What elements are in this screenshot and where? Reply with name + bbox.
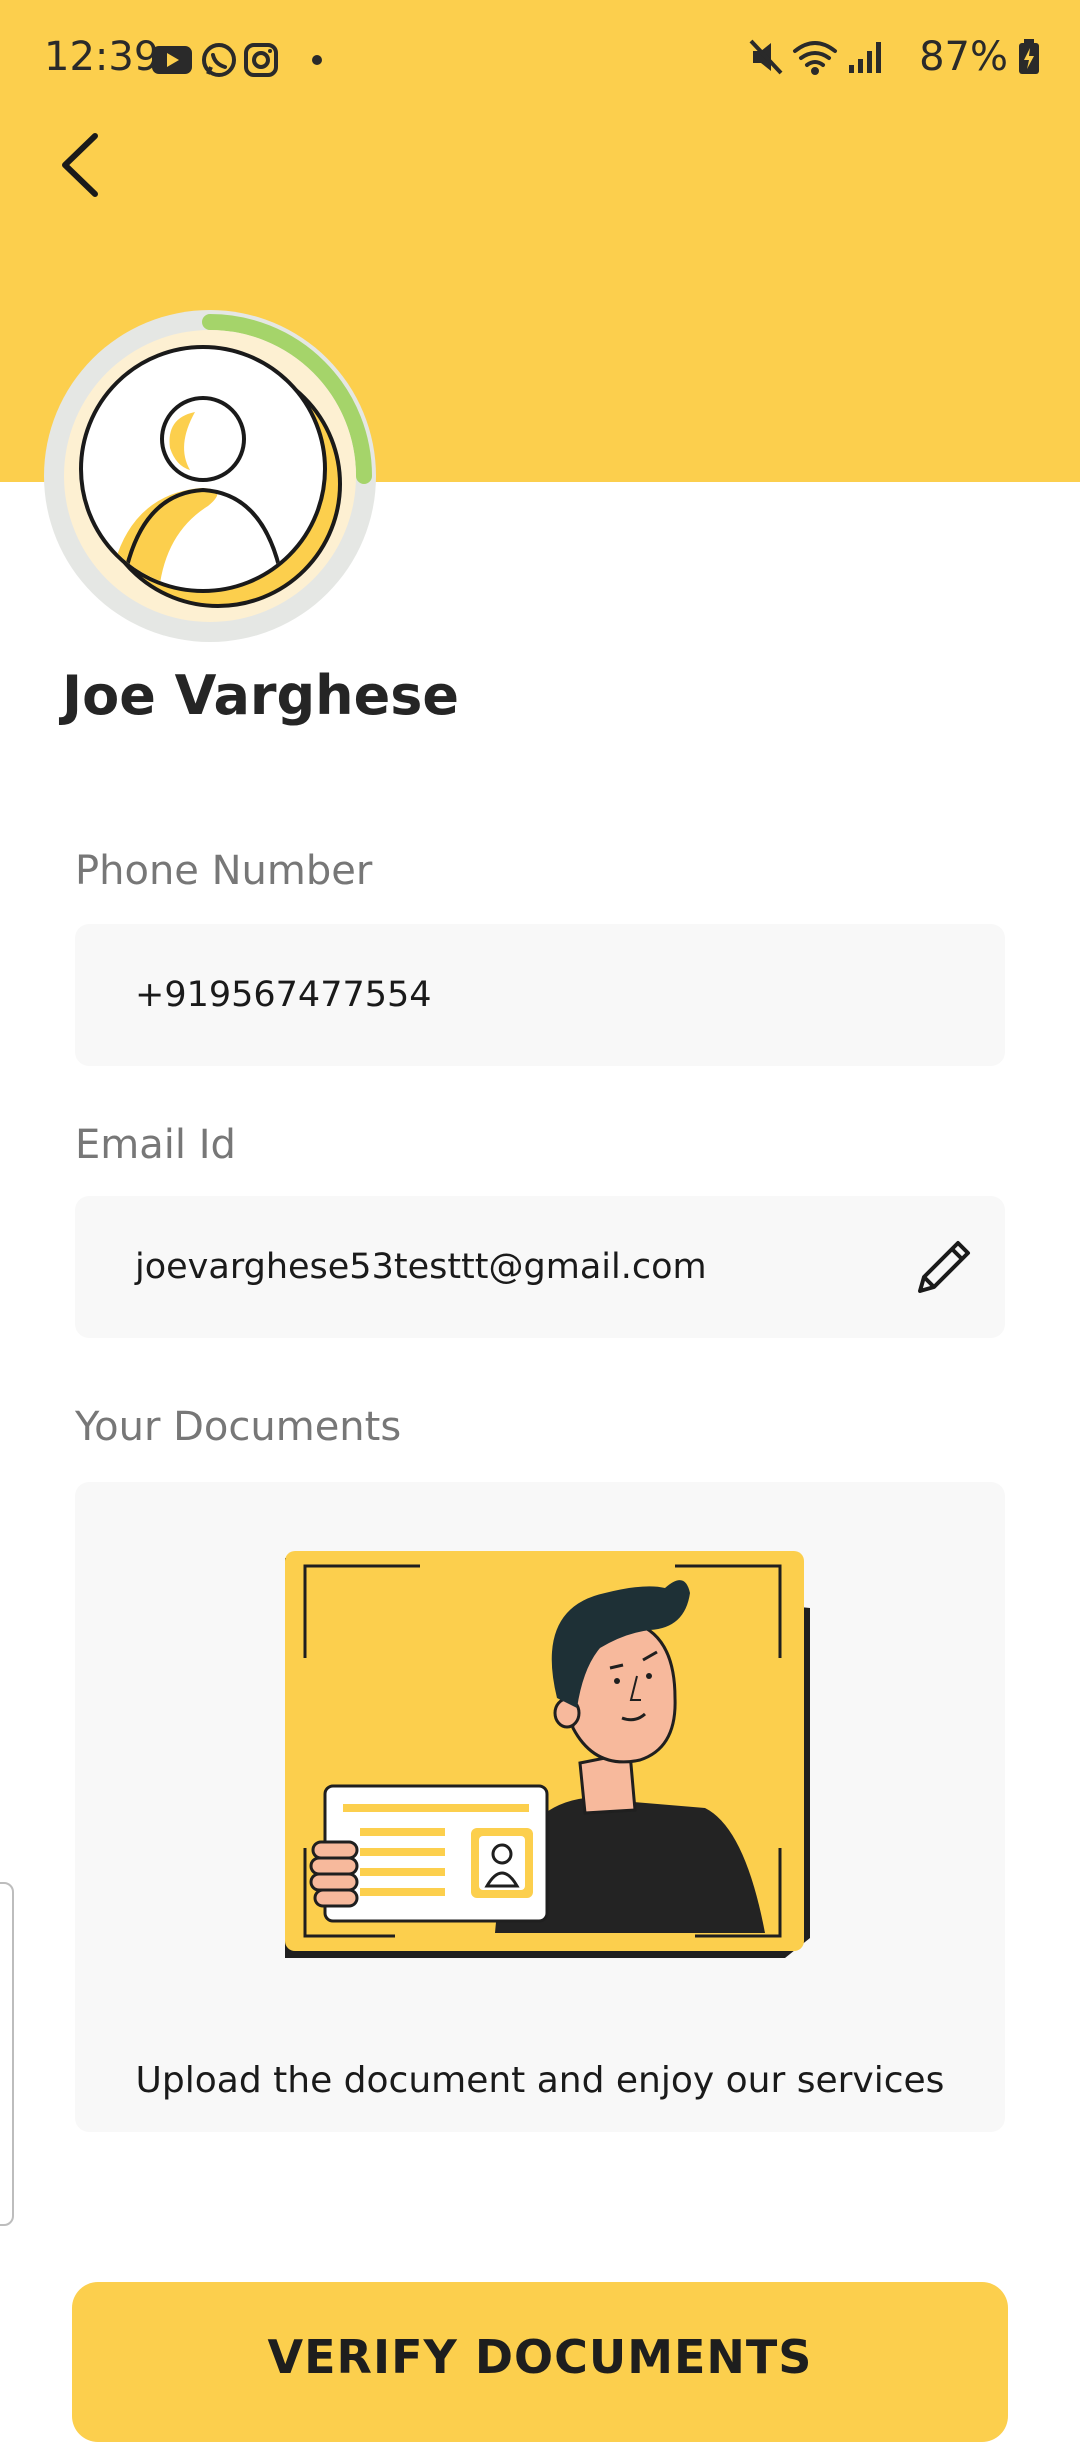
pencil-icon bbox=[918, 1241, 970, 1293]
status-right: 87% bbox=[749, 34, 1040, 80]
whatsapp-icon bbox=[202, 43, 236, 77]
edit-email-button[interactable] bbox=[909, 1232, 979, 1302]
email-field[interactable]: joevarghese53testtt@gmail.com bbox=[75, 1196, 1005, 1338]
status-bar: 12:39 87% bbox=[0, 0, 1080, 120]
documents-card[interactable]: Upload the document and enjoy our servic… bbox=[75, 1482, 1005, 2132]
phone-value: +919567477554 bbox=[135, 975, 432, 1015]
verify-documents-label: VERIFY DOCUMENTS bbox=[267, 2330, 813, 2384]
battery-icon bbox=[1019, 39, 1039, 74]
instagram-icon bbox=[244, 43, 278, 77]
status-left-icons bbox=[150, 40, 330, 84]
side-panel-handle[interactable] bbox=[0, 1882, 14, 2226]
profile-name: Joe Varghese bbox=[62, 664, 460, 727]
phone-field[interactable]: +919567477554 bbox=[75, 924, 1005, 1066]
avatar[interactable] bbox=[40, 306, 380, 646]
back-button[interactable] bbox=[44, 120, 114, 210]
back-arrow-icon bbox=[62, 133, 98, 197]
phone-label: Phone Number bbox=[75, 848, 373, 894]
wifi-icon bbox=[793, 41, 838, 75]
status-time: 12:39 bbox=[44, 34, 160, 80]
documents-label: Your Documents bbox=[75, 1404, 402, 1450]
id-card-illustration bbox=[265, 1548, 815, 1982]
email-label: Email Id bbox=[75, 1122, 236, 1168]
signal-icon bbox=[849, 42, 882, 73]
battery-percent: 87% bbox=[919, 34, 1008, 80]
documents-caption: Upload the document and enjoy our servic… bbox=[135, 2060, 945, 2101]
dot-icon bbox=[312, 55, 322, 65]
youtube-icon bbox=[152, 46, 192, 74]
user-avatar-icon bbox=[44, 310, 376, 642]
mute-icon bbox=[749, 39, 783, 75]
verify-documents-button[interactable]: VERIFY DOCUMENTS bbox=[72, 2282, 1008, 2442]
email-value: joevarghese53testtt@gmail.com bbox=[135, 1247, 707, 1287]
